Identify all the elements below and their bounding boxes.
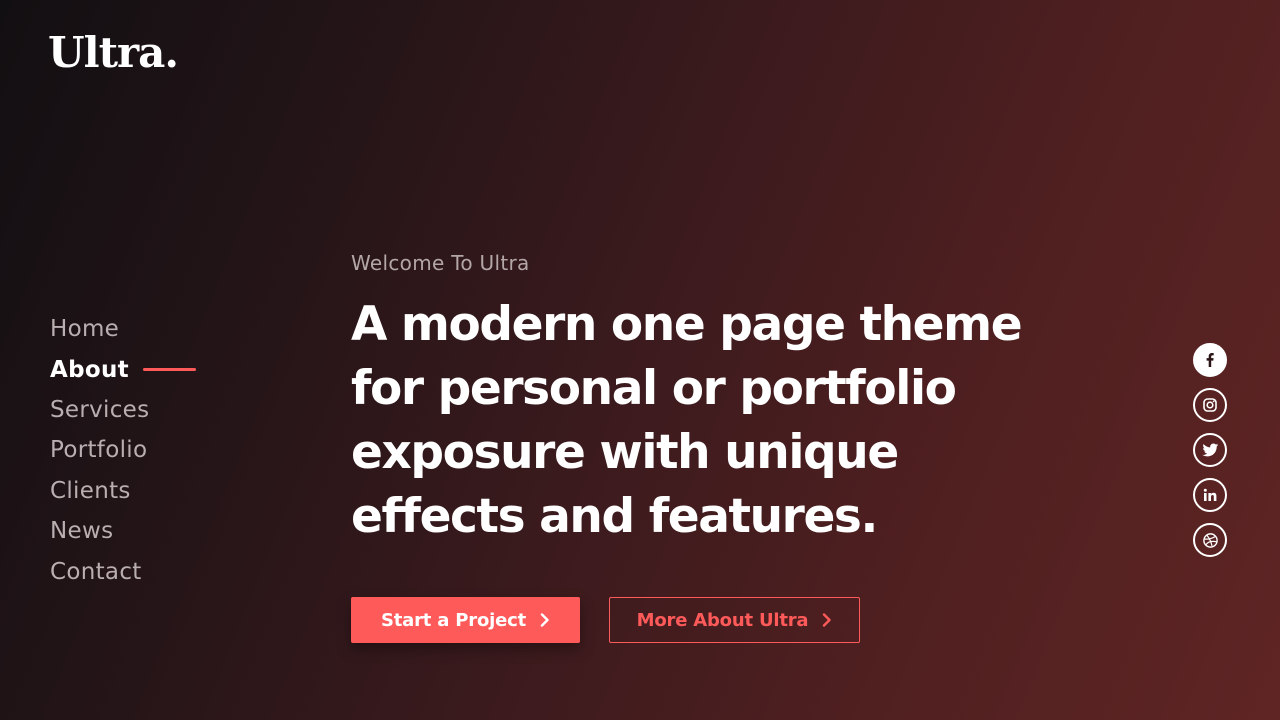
nav-item-home[interactable]: Home <box>50 309 196 349</box>
nav-item-label: Portfolio <box>50 437 148 464</box>
headline-line: exposure with unique <box>351 425 899 480</box>
facebook-link[interactable] <box>1193 343 1227 377</box>
nav-item-contact[interactable]: Contact <box>50 551 196 591</box>
instagram-link[interactable] <box>1193 388 1227 422</box>
nav-item-label: News <box>50 518 114 545</box>
headline-line: A modern one page theme <box>351 297 1023 352</box>
hero-headline: A modern one page theme for personal or … <box>351 293 1031 549</box>
nav-item-about[interactable]: About <box>50 349 196 389</box>
hero-section: Welcome To Ultra A modern one page theme… <box>351 249 1071 549</box>
more-about-label: More About Ultra <box>636 609 809 631</box>
side-navigation: Home About Services Portfolio Clients Ne… <box>50 309 196 592</box>
chevron-right-icon <box>540 613 549 627</box>
linkedin-link[interactable] <box>1193 478 1227 512</box>
nav-item-portfolio[interactable]: Portfolio <box>50 430 196 470</box>
hero-eyebrow: Welcome To Ultra <box>351 251 530 275</box>
nav-item-label: Home <box>50 316 120 343</box>
chevron-right-icon <box>823 613 832 627</box>
twitter-link[interactable] <box>1193 433 1227 467</box>
dribbble-link[interactable] <box>1193 523 1227 557</box>
social-links <box>1193 343 1227 568</box>
headline-line: effects and features. <box>351 489 878 544</box>
active-indicator <box>142 368 196 372</box>
instagram-icon <box>1203 398 1217 412</box>
nav-item-clients[interactable]: Clients <box>50 471 196 511</box>
nav-item-label: Clients <box>50 477 131 504</box>
dribbble-icon <box>1202 532 1218 548</box>
start-project-label: Start a Project <box>381 609 526 631</box>
start-project-button[interactable]: Start a Project <box>351 597 580 643</box>
nav-item-label: Contact <box>50 558 142 585</box>
headline-line: for personal or portfolio <box>351 361 957 416</box>
facebook-icon <box>1206 353 1214 367</box>
nav-item-services[interactable]: Services <box>50 390 196 430</box>
nav-item-label: Services <box>50 396 150 423</box>
more-about-button[interactable]: More About Ultra <box>609 597 860 643</box>
logo[interactable]: Ultra. <box>48 32 179 74</box>
twitter-icon <box>1201 442 1218 456</box>
nav-item-label: About <box>50 356 129 383</box>
hero-buttons: Start a Project More About Ultra <box>351 597 860 643</box>
nav-item-news[interactable]: News <box>50 511 196 551</box>
linkedin-icon <box>1203 488 1217 501</box>
